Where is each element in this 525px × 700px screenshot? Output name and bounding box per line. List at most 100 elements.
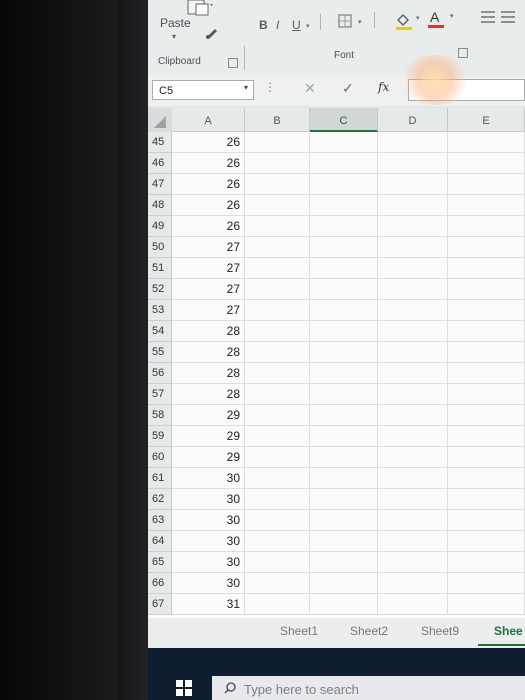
cell-d[interactable] bbox=[378, 594, 448, 615]
cell-b[interactable] bbox=[245, 384, 310, 405]
cell-b[interactable] bbox=[245, 342, 310, 363]
cell-d[interactable] bbox=[378, 468, 448, 489]
paste-dropdown-icon[interactable]: ▾ bbox=[172, 32, 176, 41]
cell-e[interactable] bbox=[448, 300, 525, 321]
cell-d[interactable] bbox=[378, 342, 448, 363]
clipboard-launcher-icon[interactable] bbox=[228, 58, 238, 68]
cell-d[interactable] bbox=[378, 153, 448, 174]
cell-e[interactable] bbox=[448, 594, 525, 615]
cell-c[interactable] bbox=[310, 216, 378, 237]
cell-d[interactable] bbox=[378, 405, 448, 426]
cell-c[interactable] bbox=[310, 132, 378, 153]
cell-b[interactable] bbox=[245, 300, 310, 321]
cell-c[interactable] bbox=[310, 405, 378, 426]
row-header[interactable]: 50 bbox=[148, 237, 172, 258]
cell-e[interactable] bbox=[448, 216, 525, 237]
cell-a[interactable]: 30 bbox=[172, 468, 245, 489]
row-header[interactable]: 48 bbox=[148, 195, 172, 216]
cell-c[interactable] bbox=[310, 594, 378, 615]
name-box[interactable]: C5 bbox=[152, 80, 254, 100]
worksheet-grid[interactable]: A B C D E 45 26 46 26 47 26 48 26 49 26 50 27 51 27 52… bbox=[148, 108, 525, 628]
cell-e[interactable] bbox=[448, 510, 525, 531]
cell-d[interactable] bbox=[378, 279, 448, 300]
cell-d[interactable] bbox=[378, 573, 448, 594]
cell-b[interactable] bbox=[245, 132, 310, 153]
row-header[interactable]: 51 bbox=[148, 258, 172, 279]
cell-b[interactable] bbox=[245, 594, 310, 615]
cell-e[interactable] bbox=[448, 237, 525, 258]
column-header-e[interactable]: E bbox=[448, 108, 525, 132]
row-header[interactable]: 55 bbox=[148, 342, 172, 363]
cell-c[interactable] bbox=[310, 153, 378, 174]
cell-b[interactable] bbox=[245, 195, 310, 216]
cell-b[interactable] bbox=[245, 552, 310, 573]
align-icon[interactable] bbox=[479, 8, 519, 28]
cell-b[interactable] bbox=[245, 468, 310, 489]
cell-e[interactable] bbox=[448, 321, 525, 342]
sheet-tab-active[interactable]: Shee bbox=[494, 624, 523, 638]
row-header[interactable]: 47 bbox=[148, 174, 172, 195]
cell-d[interactable] bbox=[378, 237, 448, 258]
cell-b[interactable] bbox=[245, 426, 310, 447]
enter-icon[interactable]: ✓ bbox=[342, 80, 354, 97]
cell-c[interactable] bbox=[310, 426, 378, 447]
paste-icon[interactable] bbox=[184, 0, 214, 16]
select-all-button[interactable] bbox=[148, 108, 172, 132]
cell-d[interactable] bbox=[378, 531, 448, 552]
cell-a[interactable]: 27 bbox=[172, 237, 245, 258]
windows-start-icon[interactable] bbox=[176, 680, 192, 696]
cell-d[interactable] bbox=[378, 195, 448, 216]
cell-e[interactable] bbox=[448, 153, 525, 174]
cell-a[interactable]: 29 bbox=[172, 405, 245, 426]
cell-d[interactable] bbox=[378, 489, 448, 510]
formula-input[interactable] bbox=[408, 79, 525, 101]
cell-e[interactable] bbox=[448, 552, 525, 573]
cell-c[interactable] bbox=[310, 300, 378, 321]
cell-c[interactable] bbox=[310, 258, 378, 279]
row-header[interactable]: 52 bbox=[148, 279, 172, 300]
row-header[interactable]: 54 bbox=[148, 321, 172, 342]
cell-a[interactable]: 30 bbox=[172, 531, 245, 552]
cell-c[interactable] bbox=[310, 552, 378, 573]
column-header-d[interactable]: D bbox=[378, 108, 448, 132]
cell-b[interactable] bbox=[245, 174, 310, 195]
row-header[interactable]: 57 bbox=[148, 384, 172, 405]
insert-function-button[interactable]: fx bbox=[378, 80, 389, 94]
row-header[interactable]: 67 bbox=[148, 594, 172, 615]
cell-e[interactable] bbox=[448, 405, 525, 426]
cell-d[interactable] bbox=[378, 426, 448, 447]
cell-a[interactable]: 26 bbox=[172, 153, 245, 174]
cell-b[interactable] bbox=[245, 363, 310, 384]
row-header[interactable]: 60 bbox=[148, 447, 172, 468]
italic-button[interactable]: I bbox=[276, 18, 279, 32]
cell-c[interactable] bbox=[310, 510, 378, 531]
cell-a[interactable]: 31 bbox=[172, 594, 245, 615]
cell-c[interactable] bbox=[310, 573, 378, 594]
sheet-tab-9[interactable]: Sheet9 bbox=[421, 624, 459, 638]
column-header-b[interactable]: B bbox=[245, 108, 310, 132]
cell-d[interactable] bbox=[378, 216, 448, 237]
name-box-dropdown-icon[interactable]: ▾ bbox=[244, 83, 248, 92]
cell-a[interactable]: 28 bbox=[172, 384, 245, 405]
cell-c[interactable] bbox=[310, 489, 378, 510]
cell-b[interactable] bbox=[245, 489, 310, 510]
cell-b[interactable] bbox=[245, 258, 310, 279]
cell-b[interactable] bbox=[245, 573, 310, 594]
cell-e[interactable] bbox=[448, 279, 525, 300]
cell-b[interactable] bbox=[245, 321, 310, 342]
cell-c[interactable] bbox=[310, 384, 378, 405]
row-header[interactable]: 59 bbox=[148, 426, 172, 447]
cell-e[interactable] bbox=[448, 363, 525, 384]
cell-b[interactable] bbox=[245, 510, 310, 531]
cell-b[interactable] bbox=[245, 237, 310, 258]
row-header[interactable]: 61 bbox=[148, 468, 172, 489]
row-header[interactable]: 58 bbox=[148, 405, 172, 426]
cell-d[interactable] bbox=[378, 174, 448, 195]
cell-e[interactable] bbox=[448, 384, 525, 405]
underline-dropdown-icon[interactable]: ▾ bbox=[306, 22, 310, 30]
cell-a[interactable]: 26 bbox=[172, 174, 245, 195]
row-header[interactable]: 65 bbox=[148, 552, 172, 573]
cell-e[interactable] bbox=[448, 426, 525, 447]
cancel-icon[interactable]: ✕ bbox=[304, 80, 316, 97]
paste-button[interactable]: Paste bbox=[160, 16, 191, 30]
